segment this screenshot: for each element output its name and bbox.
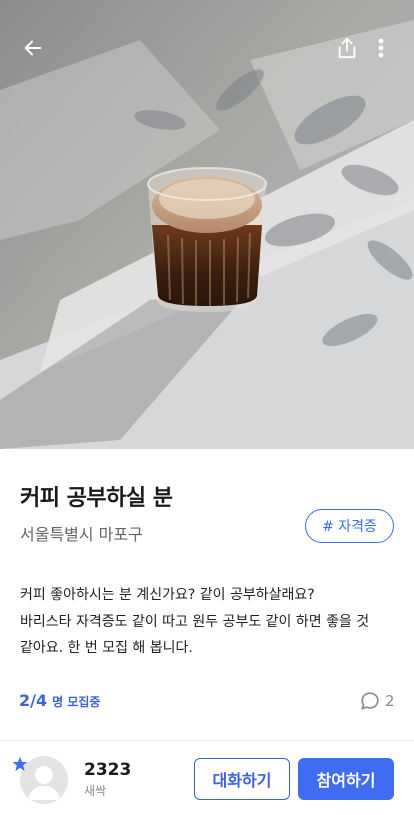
arrow-left-icon (24, 40, 42, 56)
author-avatar[interactable] (12, 756, 70, 804)
description-line: 커피 좋아하시는 분 계신가요? 같이 공부하살래요? (20, 587, 315, 603)
comment-count: 2 (385, 692, 395, 710)
author-name: 2323 (84, 760, 132, 780)
more-vertical-icon (378, 38, 384, 58)
share-icon (338, 37, 356, 59)
more-button[interactable] (363, 30, 399, 66)
chat-button[interactable]: 대화하기 (194, 758, 290, 800)
description-line: 바리스타 자격증도 같이 따고 원두 공부도 같이 하면 좋을 것 (20, 613, 370, 630)
back-button[interactable] (15, 30, 51, 66)
category-tag[interactable]: # 자격증 (305, 509, 394, 543)
share-button[interactable] (329, 30, 365, 66)
post-location: 서울특별시 마포구 (20, 525, 143, 544)
recruit-unit: 명 모집중 (52, 695, 101, 709)
comment-count-button[interactable]: 2 (359, 690, 395, 712)
comment-icon (361, 692, 379, 710)
recruit-status: 2/4 명 모집중 (19, 691, 100, 710)
join-button[interactable]: 참여하기 (298, 758, 394, 800)
description-line: 같아요. 한 번 모집 해 봅니다. (20, 640, 193, 656)
divider (0, 740, 414, 741)
post-title: 커피 공부하실 분 (20, 486, 173, 511)
hero-image (0, 0, 414, 449)
author-grade: 새싹 (84, 784, 107, 798)
post-description: 커피 좋아하시는 분 계신가요? 같이 공부하살래요? 바리스타 자격증도 같이… (20, 582, 400, 662)
star-icon (12, 757, 28, 771)
recruit-count: 2/4 (19, 691, 48, 710)
